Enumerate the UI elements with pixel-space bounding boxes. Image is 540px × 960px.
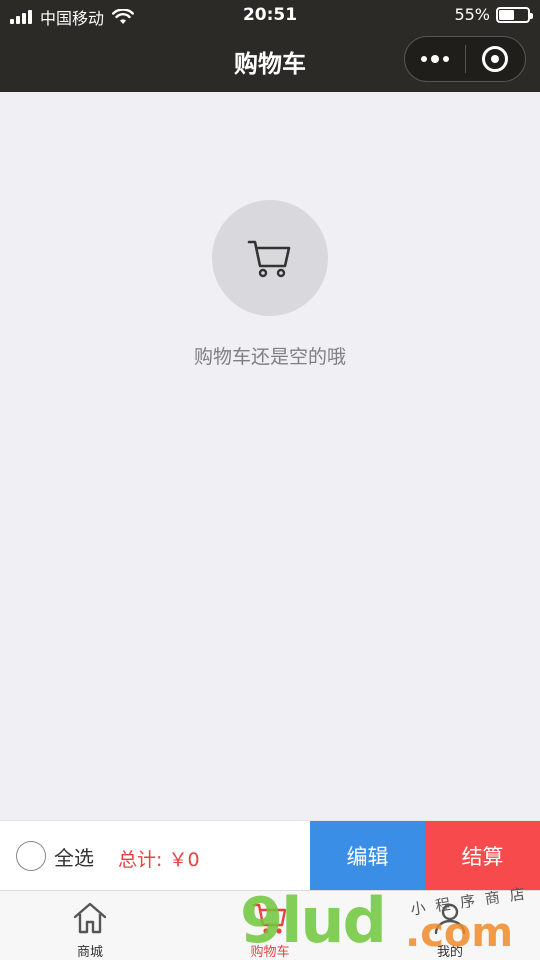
select-all-radio[interactable]	[16, 841, 46, 871]
tab-mine-label: 我的	[436, 945, 463, 960]
status-bar: 中国移动 20:51 55%	[0, 0, 540, 30]
target-icon	[482, 46, 509, 72]
tab-cart-label: 购物车	[250, 945, 290, 960]
more-dots-icon	[420, 55, 449, 63]
tab-mine[interactable]: 我的	[360, 891, 540, 960]
miniprogram-capsule	[404, 36, 526, 82]
select-all-label: 全选	[54, 845, 94, 870]
cart-icon	[247, 240, 291, 278]
cart-action-bar: 全选 总计: ￥0 编辑 结算	[0, 820, 540, 891]
user-icon	[434, 903, 466, 935]
tab-bar: 商城 购物车 我的	[0, 890, 540, 960]
tab-cart[interactable]: 购物车	[180, 891, 360, 960]
cart-total: 总计: ￥0	[118, 849, 200, 871]
tab-mall-label: 商城	[76, 945, 103, 960]
select-all-toggle[interactable]: 全选	[16, 841, 94, 871]
checkout-button[interactable]: 结算	[425, 821, 540, 891]
nav-bar: 购物车	[0, 30, 540, 92]
close-miniprogram-button[interactable]	[466, 37, 526, 81]
battery-percent: 55%	[454, 5, 490, 24]
home-icon	[73, 902, 107, 934]
empty-cart-message: 购物车还是空的哦	[193, 346, 346, 368]
tab-mall[interactable]: 商城	[0, 891, 180, 960]
status-right: 55%	[454, 5, 533, 24]
battery-level	[499, 9, 515, 20]
edit-button[interactable]: 编辑	[310, 821, 425, 891]
more-button[interactable]	[405, 37, 465, 81]
battery-icon	[496, 6, 533, 23]
empty-cart-badge	[212, 200, 328, 316]
cart-icon	[252, 903, 287, 934]
